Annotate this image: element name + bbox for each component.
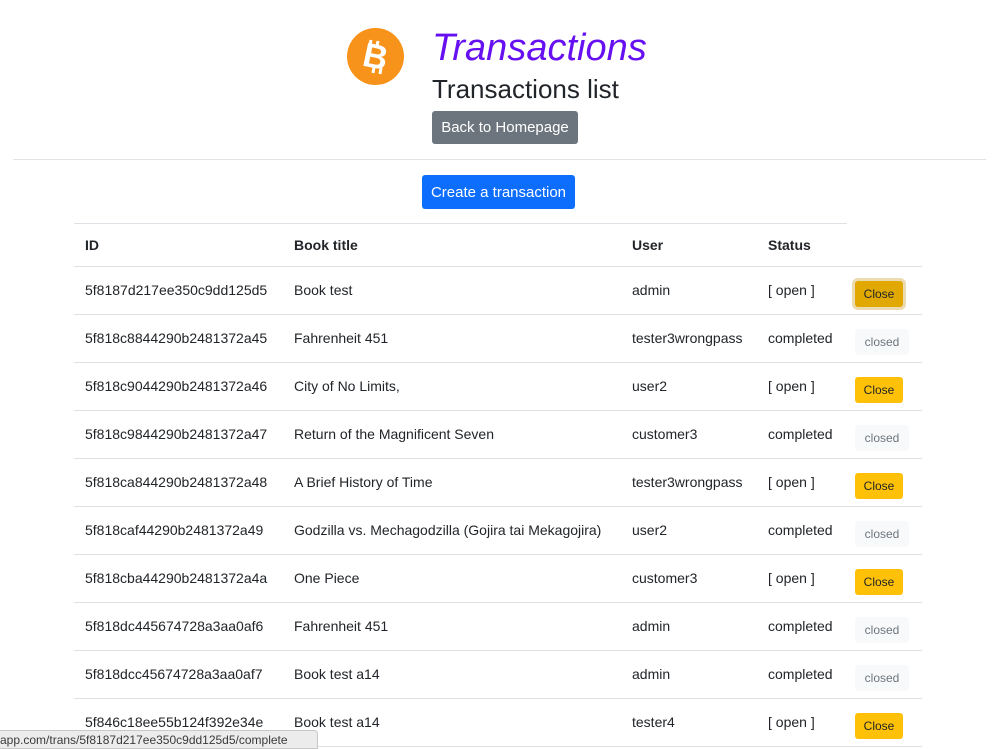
transaction-status: completed [757,650,845,699]
transaction-id: 5f818c9044290b2481372a46 [74,362,283,411]
closed-badge-button: closed [855,521,909,547]
table-row: 5f818caf44290b2481372a49 Godzilla vs. Me… [74,506,922,555]
book-title: Fahrenheit 451 [283,314,621,363]
book-title: Fahrenheit 451 [283,602,621,651]
user-name: tester3wrongpass [621,458,757,507]
table-row: 5f818c8844290b2481372a45 Fahrenheit 451 … [74,314,922,363]
transaction-id: 5f818c8844290b2481372a45 [74,314,283,363]
column-header-user: User [621,224,757,267]
user-name: tester3wrongpass [621,314,757,363]
page-title: Transactions [432,27,647,69]
browser-status-url: app.com/trans/5f8187d217ee350c9dd125d5/c… [0,730,318,749]
transaction-status: [ open ] [757,266,845,315]
transaction-id: 5f818dcc45674728a3aa0af7 [74,650,283,699]
transaction-id: 5f8187d217ee350c9dd125d5 [74,266,283,315]
transaction-status: [ open ] [757,554,845,603]
transaction-status: completed [757,602,845,651]
column-header-book-title: Book title [283,224,621,267]
bitcoin-icon: B [347,28,404,85]
user-name: customer3 [621,554,757,603]
column-header-action [845,224,922,267]
book-title: Book test [283,266,621,315]
user-name: tester4 [621,698,757,747]
close-transaction-button[interactable]: Close [855,713,903,739]
user-name: user2 [621,506,757,555]
svg-text:B: B [359,36,391,78]
transaction-id: 5f818cba44290b2481372a4a [74,554,283,603]
back-to-homepage-button[interactable]: Back to Homepage [432,111,578,144]
table-row: 5f818dc445674728a3aa0af6 Fahrenheit 451 … [74,602,922,651]
book-title: A Brief History of Time [283,458,621,507]
column-header-status: Status [757,224,845,267]
book-title: Return of the Magnificent Seven [283,410,621,459]
table-header-row: ID Book title User Status [74,224,922,267]
user-name: admin [621,650,757,699]
book-title: Godzilla vs. Mechagodzilla (Gojira tai M… [283,506,621,555]
user-name: admin [621,602,757,651]
transaction-status: [ open ] [757,458,845,507]
user-name: admin [621,266,757,315]
column-header-id: ID [74,224,283,267]
page-subtitle: Transactions list [432,74,619,104]
book-title: One Piece [283,554,621,603]
close-transaction-button[interactable]: Close [855,569,903,595]
transaction-id: 5f818caf44290b2481372a49 [74,506,283,555]
close-transaction-button[interactable]: Close [855,377,903,403]
closed-badge-button: closed [855,329,909,355]
header-divider [13,159,986,160]
page-header: B Transactions Transactions list Back to… [0,0,999,160]
table-row: 5f818c9044290b2481372a46 City of No Limi… [74,362,922,411]
book-title: Book test a14 [283,650,621,699]
close-transaction-button[interactable]: Close [855,281,903,307]
table-row: 5f818c9844290b2481372a47 Return of the M… [74,410,922,459]
transactions-table: ID Book title User Status 5f8187d217ee35… [74,224,922,747]
closed-badge-button: closed [855,665,909,691]
create-transaction-button[interactable]: Create a transaction [422,175,575,209]
table-row: 5f818dcc45674728a3aa0af7 Book test a14 a… [74,650,922,699]
transaction-id: 5f818dc445674728a3aa0af6 [74,602,283,651]
transaction-status: [ open ] [757,362,845,411]
transaction-status: completed [757,410,845,459]
transaction-id: 5f818ca844290b2481372a48 [74,458,283,507]
book-title: Book test a14 [283,698,621,747]
table-row: 5f818ca844290b2481372a48 A Brief History… [74,458,922,507]
user-name: user2 [621,362,757,411]
transaction-id: 5f818c9844290b2481372a47 [74,410,283,459]
transaction-status: [ open ] [757,698,845,747]
closed-badge-button: closed [855,425,909,451]
user-name: customer3 [621,410,757,459]
table-row: 5f8187d217ee350c9dd125d5 Book test admin… [74,266,922,315]
close-transaction-button[interactable]: Close [855,473,903,499]
transaction-status: completed [757,314,845,363]
table-row: 5f818cba44290b2481372a4a One Piece custo… [74,554,922,603]
transaction-status: completed [757,506,845,555]
closed-badge-button: closed [855,617,909,643]
book-title: City of No Limits, [283,362,621,411]
